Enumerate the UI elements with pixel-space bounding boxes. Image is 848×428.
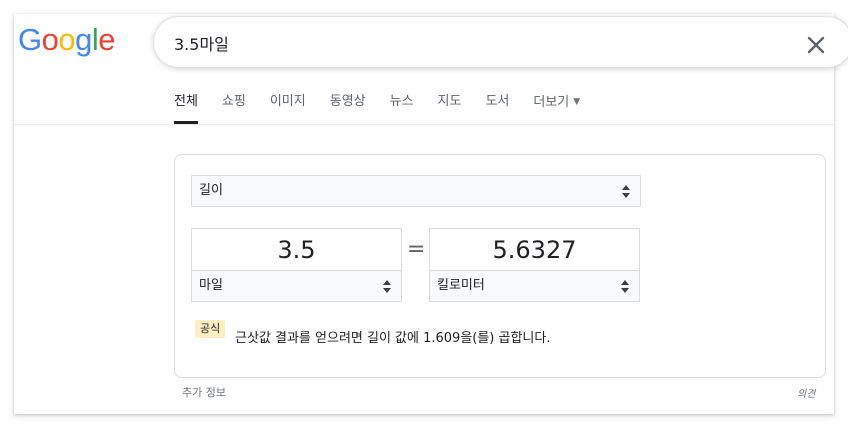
select-arrows-icon [383, 280, 391, 293]
caret-down-icon: ▼ [573, 97, 581, 107]
logo-letter: o [41, 22, 59, 57]
search-tabs: 전체 쇼핑 이미지 동영상 뉴스 지도 도서 더보기 ▼ [174, 94, 604, 124]
formula-text: 근삿값 결과를 얻으려면 길이 값에 1.609을(를) 곱합니다. [235, 331, 551, 346]
from-value-input[interactable] [191, 228, 402, 271]
tab-label: 더보기 [533, 95, 570, 110]
tab-label: 지도 [437, 94, 462, 109]
logo-letter: G [18, 22, 42, 57]
tab-books[interactable]: 도서 [485, 94, 509, 124]
category-select[interactable]: 길이 [191, 175, 641, 207]
tab-label: 뉴스 [389, 94, 414, 109]
tab-more[interactable]: 더보기 ▼ [533, 94, 580, 124]
tab-shopping[interactable]: 쇼핑 [222, 94, 246, 124]
tab-all[interactable]: 전체 [174, 94, 198, 124]
logo-letter: g [75, 22, 92, 57]
tab-images[interactable]: 이미지 [270, 94, 306, 124]
unit-converter-card: 길이 마일 = 킬로미터 공식 근삿값 결과를 얻으려면 길이 값에 1.609… [174, 154, 826, 378]
select-arrows-icon [621, 280, 629, 293]
google-logo[interactable]: Google [18, 22, 116, 58]
to-unit-label: 킬로미터 [437, 278, 485, 293]
to-value-input[interactable] [429, 228, 640, 271]
search-input[interactable] [174, 31, 754, 55]
select-arrows-icon [622, 185, 630, 198]
tab-label: 동영상 [329, 94, 366, 109]
from-unit-select[interactable]: 마일 [191, 270, 402, 302]
logo-letter: o [58, 22, 76, 57]
close-icon[interactable] [805, 34, 827, 56]
feedback-link[interactable]: 의견 [797, 385, 815, 400]
tab-divider [14, 124, 834, 125]
from-unit-label: 마일 [199, 278, 223, 293]
formula-badge: 공식 [195, 320, 226, 338]
tab-maps[interactable]: 지도 [438, 94, 462, 124]
equals-sign: = [407, 237, 426, 262]
tab-label: 전체 [174, 94, 198, 109]
search-box[interactable] [153, 16, 848, 68]
to-unit-select[interactable]: 킬로미터 [429, 270, 640, 302]
tab-news[interactable]: 뉴스 [390, 94, 414, 124]
logo-letter: e [98, 22, 116, 57]
more-info-link[interactable]: 추가 정보 [182, 384, 226, 400]
tab-videos[interactable]: 동영상 [330, 94, 366, 124]
tab-label: 도서 [485, 94, 510, 109]
category-label: 길이 [199, 183, 223, 198]
tab-label: 쇼핑 [221, 94, 246, 109]
tab-label: 이미지 [269, 94, 306, 109]
